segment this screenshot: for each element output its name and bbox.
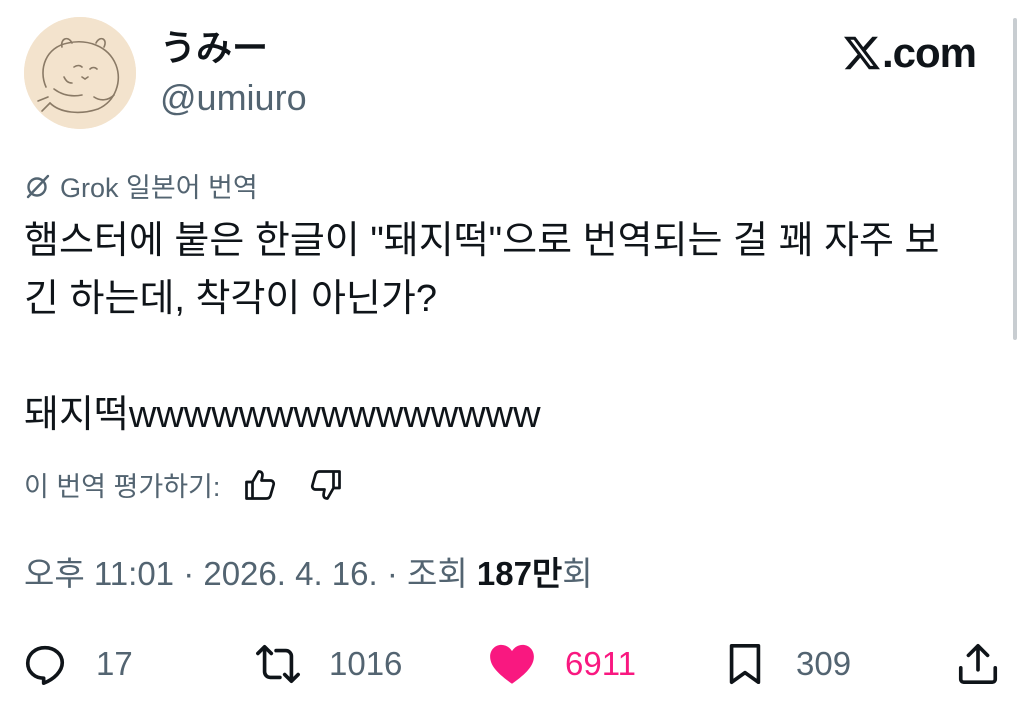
translation-text: Grok 일본어 번역 xyxy=(60,173,258,203)
share-icon xyxy=(958,643,998,685)
x-brand: .com xyxy=(843,29,977,76)
view-count: 187만 xyxy=(476,555,563,592)
rate-translation: 이 번역 평가하기: xyxy=(24,465,344,504)
bookmark-count: 309 xyxy=(796,645,852,682)
heart-icon xyxy=(490,644,534,684)
hamster-drawing xyxy=(24,17,136,129)
bookmark-button[interactable]: 309 xyxy=(722,636,851,692)
like-count: 6911 xyxy=(565,645,636,682)
share-button[interactable] xyxy=(955,636,1001,692)
thumbs-up-icon[interactable] xyxy=(242,467,278,503)
translation-label: Grok 일본어 번역 xyxy=(24,166,258,205)
view-suffix: 회 xyxy=(562,555,593,592)
reply-button[interactable]: 17 xyxy=(22,636,133,692)
like-button[interactable]: 6911 xyxy=(487,636,636,692)
rate-label: 이 번역 평가하기: xyxy=(24,472,221,502)
repost-icon xyxy=(256,644,300,684)
reply-icon xyxy=(25,645,65,685)
avatar[interactable] xyxy=(24,17,136,129)
reply-count: 17 xyxy=(96,645,133,682)
timestamp[interactable]: 오후 11:01 · 2026. 4. 16. · 조회 xyxy=(24,555,477,592)
grok-icon xyxy=(26,174,50,198)
display-name[interactable]: うみー xyxy=(160,28,268,68)
bookmark-icon xyxy=(729,643,761,685)
brand-domain: .com xyxy=(881,29,977,76)
tweet-meta: 오후 11:01 · 2026. 4. 16. · 조회 187만회 xyxy=(24,552,593,596)
repost-button[interactable]: 1016 xyxy=(255,636,402,692)
x-logo-icon xyxy=(843,36,880,70)
handle[interactable]: @umiuro xyxy=(160,78,307,118)
thumbs-down-icon[interactable] xyxy=(308,467,344,503)
tweet-text: 햄스터에 붙은 한글이 "돼지떡"으로 번역되는 걸 꽤 자주 보 긴 하는데,… xyxy=(24,220,940,436)
scrollbar[interactable] xyxy=(1013,18,1017,340)
repost-count: 1016 xyxy=(329,645,403,682)
action-bar: 17 1016 6911 309 xyxy=(0,636,1024,692)
